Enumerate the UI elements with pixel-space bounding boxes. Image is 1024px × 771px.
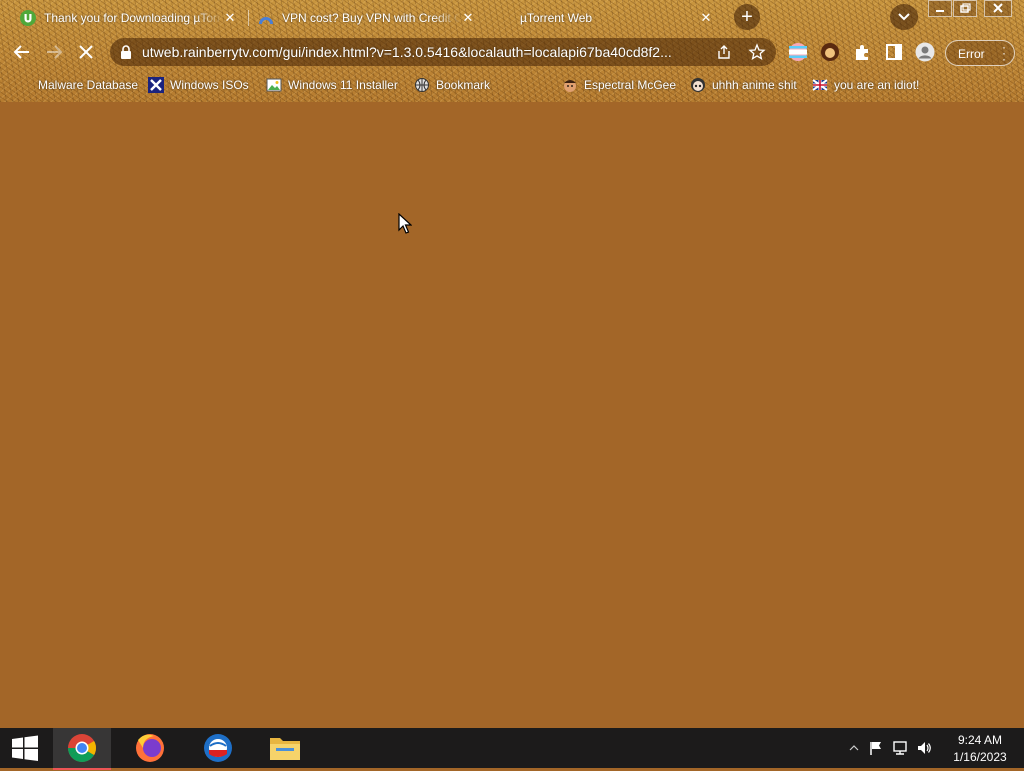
flag-icon	[812, 79, 828, 91]
start-button[interactable]	[0, 728, 50, 768]
clock-date[interactable]: 1/16/2023	[944, 750, 1016, 764]
bookmark-star-icon[interactable]	[748, 43, 766, 61]
close-window-button[interactable]	[984, 0, 1012, 17]
chevron-down-icon	[898, 13, 910, 21]
profile-error-button[interactable]: Error · · ·	[945, 40, 1015, 66]
bookmark-item[interactable]: Windows 11 Installer	[266, 76, 398, 94]
tab-search-button[interactable]	[890, 4, 918, 30]
profile-avatar-icon[interactable]	[915, 42, 935, 62]
extension-flag-icon[interactable]	[788, 42, 808, 62]
volume-icon[interactable]	[916, 740, 932, 756]
close-tab-icon[interactable]: ✕	[460, 10, 476, 26]
bookmark-item[interactable]: Bookmark	[414, 76, 490, 94]
close-tab-icon[interactable]: ✕	[222, 10, 238, 26]
x-icon	[148, 77, 164, 93]
taskbar: 9:24 AM 1/16/2023	[0, 728, 1024, 770]
taskbar-file-explorer[interactable]	[256, 728, 314, 768]
tab-title: VPN cost? Buy VPN with Credit Card	[282, 11, 460, 25]
extensions-puzzle-icon[interactable]	[852, 42, 872, 62]
mouse-cursor-icon	[398, 213, 412, 234]
minimize-icon	[936, 10, 944, 12]
tab-utorrent-download[interactable]: Thank you for Downloading µTorrent ✕	[10, 4, 246, 32]
network-icon[interactable]	[892, 740, 908, 756]
chrome-icon	[68, 734, 96, 762]
bookmark-item[interactable]: Malware Database	[38, 76, 138, 94]
forward-arrow-icon[interactable]	[42, 40, 66, 64]
toolbar: utweb.rainberrytv.com/gui/index.html?v=1…	[0, 34, 1024, 70]
menu-dots-icon[interactable]: · · ·	[1002, 41, 1006, 65]
utorrent-icon	[20, 10, 36, 26]
bookmark-label: Bookmark	[436, 78, 491, 92]
file-explorer-icon	[270, 738, 300, 760]
tab-utorrent-web[interactable]: µTorrent Web ✕	[486, 4, 722, 32]
globe-icon	[415, 78, 429, 92]
bookmark-item[interactable]: you are an idiot!	[812, 76, 919, 94]
chevron-up-icon[interactable]	[846, 740, 862, 756]
new-tab-button[interactable]: +	[734, 4, 760, 30]
windows-logo-icon	[12, 735, 38, 761]
browser-frame: Thank you for Downloading µTorrent ✕ VPN…	[0, 0, 1024, 102]
url-text[interactable]: utweb.rainberrytv.com/gui/index.html?v=1…	[142, 44, 702, 60]
minimize-button[interactable]	[928, 0, 952, 17]
taskbar-opera[interactable]	[189, 728, 247, 768]
vpn-icon	[259, 17, 273, 24]
loading-icon	[496, 10, 512, 26]
taskbar-firefox[interactable]	[121, 728, 179, 768]
profile-error-label: Error	[958, 47, 985, 61]
bookmark-item[interactable]: Windows ISOs	[148, 76, 249, 94]
back-arrow-icon[interactable]	[10, 40, 34, 64]
bookmark-label: Malware Database	[38, 78, 139, 92]
clock-time[interactable]: 9:24 AM	[944, 733, 1016, 747]
face-icon	[564, 80, 576, 92]
bookmark-label: Espectral McGee	[584, 78, 677, 92]
page-content[interactable]	[0, 102, 1024, 728]
firefox-icon	[136, 734, 164, 762]
tab-strip: Thank you for Downloading µTorrent ✕ VPN…	[0, 0, 1024, 34]
restore-button[interactable]	[953, 0, 977, 17]
image-icon	[266, 78, 282, 92]
bookmarks-bar: Malware Database Windows ISOs Windows 11…	[0, 72, 1024, 96]
bookmark-label: you are an idiot!	[834, 78, 920, 92]
stop-loading-icon[interactable]	[74, 40, 98, 64]
address-bar[interactable]: utweb.rainberrytv.com/gui/index.html?v=1…	[110, 38, 776, 66]
side-panel-icon[interactable]	[884, 42, 904, 62]
close-icon	[993, 3, 1003, 13]
tab-title: Thank you for Downloading µTorrent	[44, 11, 222, 25]
share-icon[interactable]	[716, 44, 732, 60]
bookmark-item[interactable]: Espectral McGee	[562, 76, 676, 94]
opera-icon	[204, 734, 232, 762]
action-center-flag-icon[interactable]	[868, 740, 884, 756]
bookmark-label: Windows ISOs	[170, 78, 249, 92]
bookmark-label: uhhh anime shit	[712, 78, 797, 92]
extension-avatar-icon[interactable]	[820, 42, 840, 62]
tab-vpn[interactable]: VPN cost? Buy VPN with Credit Card ✕	[248, 4, 484, 32]
restore-icon	[960, 3, 971, 13]
close-tab-icon[interactable]: ✕	[698, 10, 714, 26]
bookmark-label: Windows 11 Installer	[288, 78, 398, 92]
bookmark-item[interactable]: uhhh anime shit	[690, 76, 797, 94]
anime-face-icon	[691, 78, 705, 92]
lock-icon[interactable]	[120, 45, 132, 59]
taskbar-chrome[interactable]	[53, 728, 111, 770]
tab-title: µTorrent Web	[520, 11, 593, 25]
